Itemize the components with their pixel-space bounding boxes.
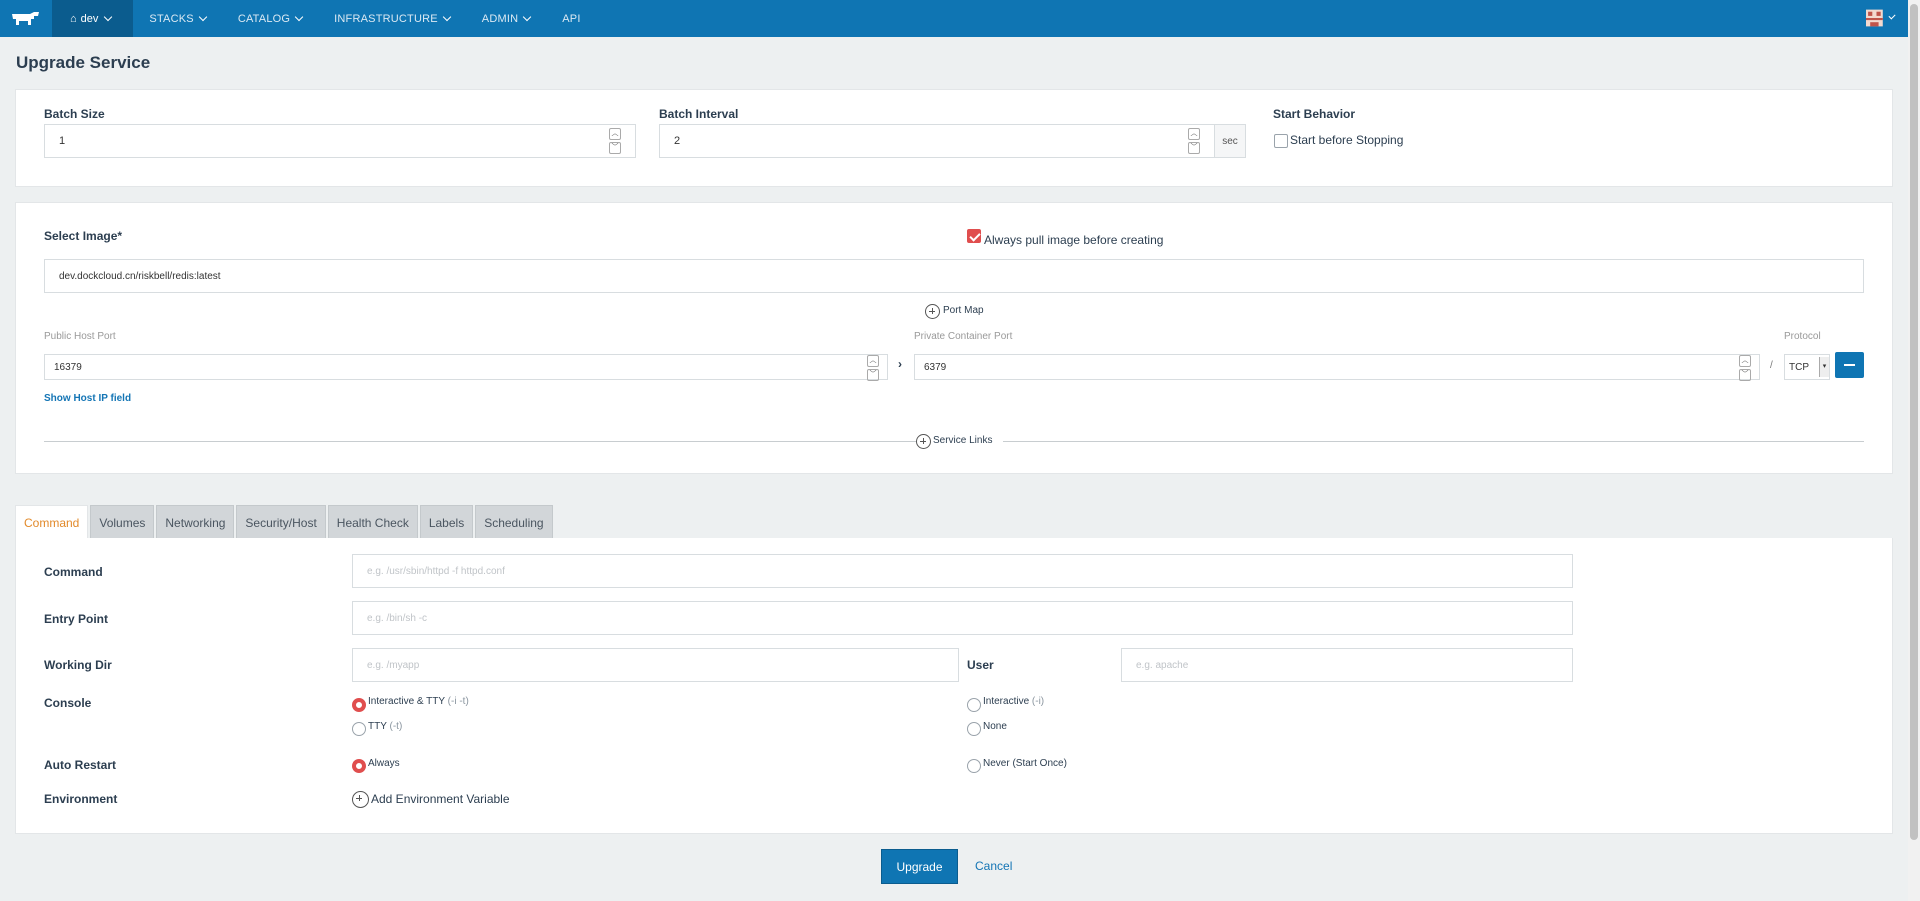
chevron-down-icon	[523, 12, 532, 21]
chevron-down-icon	[104, 12, 113, 21]
command-panel: Command e.g. /usr/sbin/httpd -f httpd.co…	[15, 538, 1893, 834]
tab-health-check[interactable]: Health Check	[327, 505, 418, 539]
arrow-right-icon: ›	[898, 357, 902, 371]
cancel-button[interactable]: Cancel	[975, 859, 1012, 873]
number-stepper[interactable]: ︿ ﹀	[1188, 128, 1200, 154]
console-radio-none[interactable]	[967, 722, 981, 736]
always-pull-checkbox[interactable]	[967, 229, 981, 243]
public-port-label: Public Host Port	[44, 331, 116, 342]
user-input[interactable]: e.g. apache	[1121, 648, 1573, 682]
image-input[interactable]: dev.dockcloud.cn/riskbell/redis:latest	[44, 259, 1864, 293]
chevron-down-icon	[1888, 12, 1896, 20]
add-port-map-icon[interactable]	[925, 304, 940, 319]
always-pull-label: Always pull image before creating	[984, 233, 1164, 247]
restart-option-always: Always	[368, 758, 400, 769]
private-port-value: 6379	[924, 361, 947, 373]
public-port-input[interactable]: 16379 ︿ ﹀	[44, 354, 888, 381]
tab-networking[interactable]: Networking	[156, 505, 235, 539]
service-links-button[interactable]: Service Links	[933, 435, 992, 446]
batch-interval-input[interactable]: 2 ︿ ﹀	[659, 124, 1215, 158]
console-option-tty: TTY (-t)	[368, 721, 403, 732]
image-value: dev.dockcloud.cn/riskbell/redis:latest	[59, 270, 221, 282]
restart-option-never: Never (Start Once)	[983, 758, 1067, 769]
nav-stacks[interactable]: STACKS	[133, 0, 221, 37]
batch-size-input[interactable]: 1 ︿ ﹀	[44, 124, 636, 158]
nav-infrastructure[interactable]: INFRASTRUCTURE	[318, 0, 466, 37]
protocol-label: Protocol	[1784, 331, 1821, 342]
console-radio-interactive[interactable]	[967, 698, 981, 712]
number-stepper[interactable]: ︿ ﹀	[867, 355, 879, 381]
select-image-label: Select Image*	[44, 229, 123, 243]
console-option-interactive-tty: Interactive & TTY (-i -t)	[368, 696, 469, 707]
number-stepper[interactable]: ︿ ﹀	[1739, 355, 1751, 381]
show-host-ip-link[interactable]: Show Host IP field	[44, 393, 131, 404]
tab-scheduling[interactable]: Scheduling	[475, 505, 553, 539]
avatar-icon	[1866, 9, 1883, 27]
nav-admin[interactable]: ADMIN	[466, 0, 546, 37]
entrypoint-input[interactable]: e.g. /bin/sh -c	[352, 601, 1573, 635]
console-option-none: None	[983, 721, 1007, 732]
command-label: Command	[44, 565, 103, 579]
console-radio-interactive-tty[interactable]	[352, 698, 366, 712]
port-map-button[interactable]: Port Map	[943, 305, 984, 316]
nav-api[interactable]: API	[546, 0, 596, 37]
command-input[interactable]: e.g. /usr/sbin/httpd -f httpd.conf	[352, 554, 1573, 588]
env-switcher[interactable]: ⌂ dev	[52, 0, 134, 37]
interval-unit: sec	[1214, 124, 1246, 158]
user-avatar[interactable]	[1866, 5, 1896, 31]
chevron-down-icon	[198, 12, 208, 21]
add-env-button[interactable]: Add Environment Variable	[371, 792, 510, 806]
tab-volumes[interactable]: Volumes	[90, 505, 155, 539]
upgrade-settings-panel: Batch Size 1 ︿ ﹀ Batch Interval 2 ︿ ﹀ sec …	[15, 89, 1893, 187]
scrollbar[interactable]	[1908, 0, 1920, 901]
console-option-interactive: Interactive (-i)	[983, 696, 1045, 707]
protocol-value: TCP	[1789, 361, 1809, 373]
config-tabs: Command Volumes Networking Security/Host…	[15, 505, 553, 539]
divider	[1003, 441, 1864, 442]
chevron-down-icon	[294, 12, 304, 21]
page-title: Upgrade Service	[16, 53, 151, 72]
restart-radio-always[interactable]	[352, 759, 366, 773]
auto-restart-label: Auto Restart	[44, 758, 117, 772]
console-label: Console	[44, 696, 92, 710]
top-nav: ⌂ dev STACKS CATALOG INFRASTRUCTURE ADMI…	[0, 0, 1908, 37]
add-env-icon[interactable]	[352, 791, 369, 808]
rancher-logo-icon[interactable]	[0, 0, 52, 37]
upgrade-button[interactable]: Upgrade	[881, 849, 958, 884]
public-port-value: 16379	[54, 361, 82, 373]
workdir-label: Working Dir	[44, 658, 112, 672]
private-port-label: Private Container Port	[914, 331, 1013, 342]
protocol-select[interactable]: TCP ▾	[1784, 354, 1830, 380]
tab-command[interactable]: Command	[15, 505, 89, 539]
batch-size-value: 1	[59, 135, 66, 147]
tab-labels[interactable]: Labels	[419, 505, 474, 539]
env-name: dev	[80, 12, 99, 25]
remove-port-button[interactable]	[1835, 352, 1864, 378]
workdir-input[interactable]: e.g. /myapp	[352, 648, 959, 682]
user-label: User	[967, 658, 994, 672]
scrollbar-thumb[interactable]	[1910, 4, 1918, 840]
start-before-stopping-checkbox[interactable]	[1274, 134, 1288, 148]
chevron-down-icon	[442, 12, 452, 21]
home-icon: ⌂	[70, 12, 77, 25]
restart-radio-never[interactable]	[967, 759, 981, 773]
tab-security-host[interactable]: Security/Host	[236, 505, 326, 539]
nav-catalog[interactable]: CATALOG	[222, 0, 318, 37]
dropdown-arrow-icon: ▾	[1819, 357, 1829, 377]
add-service-link-icon[interactable]	[916, 434, 931, 449]
console-radio-tty[interactable]	[352, 722, 366, 736]
start-behavior-label: Start Behavior	[1273, 107, 1356, 121]
number-stepper[interactable]: ︿ ﹀	[609, 128, 621, 154]
protocol-separator: /	[1770, 360, 1773, 371]
image-panel: Select Image* Always pull image before c…	[15, 202, 1893, 474]
entrypoint-label: Entry Point	[44, 612, 109, 626]
start-before-stopping-label: Start before Stopping	[1290, 133, 1404, 147]
batch-interval-value: 2	[674, 135, 681, 147]
batch-interval-label: Batch Interval	[659, 107, 739, 121]
private-port-input[interactable]: 6379 ︿ ﹀	[914, 354, 1760, 381]
environment-label: Environment	[44, 792, 118, 806]
batch-size-label: Batch Size	[44, 107, 105, 121]
divider	[44, 441, 917, 442]
